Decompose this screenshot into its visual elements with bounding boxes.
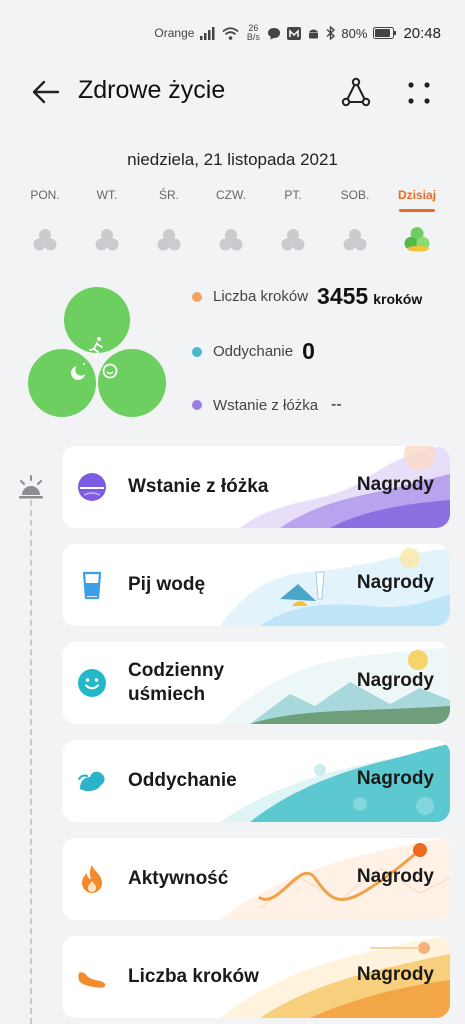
stat-label: Wstanie z łóżka	[213, 396, 319, 414]
day-tue[interactable]: WT.	[76, 188, 138, 251]
stat-value: --	[331, 396, 342, 413]
sunrise-icon	[78, 473, 106, 501]
top-app-bar: Zdrowe życie	[0, 68, 465, 116]
day-today[interactable]: Dzisiaj	[386, 188, 448, 252]
day-wed[interactable]: ŚR.	[138, 188, 200, 251]
bluetooth-icon	[326, 26, 336, 40]
card-activity[interactable]: Aktywność Nagrody	[62, 838, 450, 920]
day-fri[interactable]: PT.	[262, 188, 324, 251]
arrow-left-icon[interactable]	[30, 78, 62, 106]
android-icon	[309, 29, 319, 38]
day-label: Dzisiaj	[397, 188, 436, 202]
smile-icon	[78, 669, 106, 697]
stat-value: 0	[302, 338, 315, 364]
day-mon[interactable]: PON.	[14, 188, 76, 251]
card-title: Aktywność	[128, 868, 229, 889]
day-label: PT.	[284, 188, 302, 202]
card-daily-smile[interactable]: Codzienny uśmiech Nagrody	[62, 642, 450, 724]
day-sat[interactable]: SOB.	[324, 188, 386, 251]
stat-unit: kroków	[373, 290, 423, 307]
shoe-icon	[78, 972, 106, 988]
rewards-link[interactable]: Nagrody	[357, 768, 434, 790]
day-label: SOB.	[340, 188, 370, 202]
clover-grey-icon	[219, 229, 243, 251]
breathing-icon	[78, 771, 105, 792]
day-label: WT.	[96, 188, 118, 202]
signal-icon	[200, 26, 215, 40]
day-thu[interactable]: CZW.	[200, 188, 262, 251]
stat-steps: Liczba kroków 3455 kroków	[192, 283, 422, 310]
day-label: CZW.	[216, 188, 246, 202]
clover-grey-icon	[33, 229, 57, 251]
clover-grey-icon	[157, 229, 181, 251]
card-title: Pij wodę	[128, 574, 206, 595]
day-label: PON.	[30, 188, 60, 202]
health-clover-icon	[28, 287, 166, 417]
timeline-line	[30, 500, 32, 1024]
rewards-link[interactable]: Nagrody	[357, 572, 434, 594]
card-drink-water[interactable]: Pij wodę Nagrody	[62, 544, 450, 626]
clover-grey-icon	[95, 229, 119, 251]
rewards-link[interactable]: Nagrody	[357, 866, 434, 888]
stat-label: Oddychanie	[213, 343, 294, 360]
network-speed: 26 B/s	[246, 23, 260, 42]
card-breathing[interactable]: Oddychanie Nagrody	[62, 740, 450, 822]
wifi-icon	[222, 26, 240, 40]
status-dot	[192, 400, 202, 410]
clover-grey-icon	[343, 229, 367, 251]
more-dots-icon[interactable]	[404, 78, 434, 108]
stat-label: Liczba kroków	[213, 288, 309, 305]
flame-icon	[82, 865, 102, 893]
status-dot	[192, 291, 202, 302]
card-wake-up[interactable]: Wstanie z łóżka Nagrody	[62, 446, 450, 528]
stat-value: 3455	[317, 283, 369, 309]
clock: 20:48	[403, 24, 441, 42]
status-bar: Orange 26 B/s 80% 20:48	[0, 0, 465, 68]
rewards-link[interactable]: Nagrody	[357, 670, 434, 692]
card-title: Liczba kroków	[128, 966, 259, 987]
clover-color-icon	[404, 227, 430, 252]
clover-grey-icon	[281, 229, 305, 251]
share-icon[interactable]	[340, 76, 372, 108]
sunrise-timeline-icon	[19, 475, 43, 499]
selected-indicator	[399, 209, 435, 212]
m-app-icon	[287, 26, 302, 40]
battery-percent: 80%	[341, 25, 368, 41]
card-title: Wstanie z łóżka	[128, 476, 269, 497]
rewards-link[interactable]: Nagrody	[357, 474, 434, 496]
carrier-name: Orange	[154, 26, 195, 40]
water-glass-icon	[82, 571, 102, 600]
current-date: niedziela, 21 listopada 2021	[127, 150, 338, 169]
chat-icon	[268, 27, 281, 39]
status-dot	[192, 346, 202, 357]
card-steps[interactable]: Liczba kroków Nagrody	[62, 936, 450, 1018]
stat-breathing: Oddychanie 0	[192, 338, 315, 365]
card-title: Oddychanie	[128, 770, 237, 791]
stat-wake: Wstanie z łóżka --	[192, 396, 342, 414]
day-label: ŚR.	[158, 188, 179, 202]
card-title: Codzienny uśmiech	[128, 660, 225, 705]
rewards-link[interactable]: Nagrody	[357, 964, 434, 986]
battery-icon	[373, 27, 397, 39]
page-title: Zdrowe życie	[78, 76, 226, 104]
